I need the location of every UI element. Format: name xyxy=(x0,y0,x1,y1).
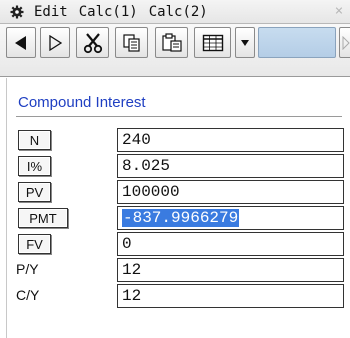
field-row-n: N 240 xyxy=(16,128,344,152)
field-row-i: I% 8.025 xyxy=(16,154,344,178)
menu-bar: Edit Calc(1) Calc(2) × xyxy=(0,0,350,24)
close-icon[interactable]: × xyxy=(330,2,348,20)
gear-icon[interactable] xyxy=(10,5,24,19)
copy-icon[interactable] xyxy=(115,27,148,58)
pmt-value-selected: -837.9966279 xyxy=(122,209,240,227)
section-title: Compound Interest xyxy=(18,94,146,111)
toolbar-spacer xyxy=(258,27,336,58)
i-percent-field[interactable]: 8.025 xyxy=(117,154,344,178)
menu-edit[interactable]: Edit xyxy=(34,4,68,20)
pmt-button[interactable]: PMT xyxy=(18,208,68,228)
paste-icon[interactable] xyxy=(155,27,188,58)
pv-button[interactable]: PV xyxy=(18,182,51,202)
fv-field[interactable]: 0 xyxy=(117,232,344,256)
n-button[interactable]: N xyxy=(18,130,51,150)
toolbar xyxy=(0,24,350,77)
forward-arrow-icon[interactable] xyxy=(40,27,70,58)
field-row-fv: FV 0 xyxy=(16,232,344,256)
field-row-pv: PV 100000 xyxy=(16,180,344,204)
fv-button[interactable]: FV xyxy=(18,234,51,254)
menu-calc2[interactable]: Calc(2) xyxy=(149,4,208,20)
menu-calc1[interactable]: Calc(1) xyxy=(79,4,138,20)
py-field[interactable]: 12 xyxy=(117,258,344,282)
divider xyxy=(16,116,342,117)
tvm-panel: Compound Interest N 240 I% 8.025 PV 1000… xyxy=(0,78,350,338)
field-row-py: P/Y 12 xyxy=(16,258,344,282)
dropdown-icon[interactable] xyxy=(235,27,255,58)
py-label: P/Y xyxy=(16,261,39,277)
i-percent-button[interactable]: I% xyxy=(18,156,51,176)
field-row-cy: C/Y 12 xyxy=(16,284,344,308)
field-row-pmt: PMT -837.9966279 xyxy=(16,206,344,230)
cut-icon[interactable] xyxy=(76,27,109,58)
pv-field[interactable]: 100000 xyxy=(117,180,344,204)
cy-label: C/Y xyxy=(16,287,40,303)
table-icon[interactable] xyxy=(194,27,231,58)
cy-field[interactable]: 12 xyxy=(117,284,344,308)
panel-border xyxy=(6,78,7,338)
back-arrow-icon[interactable] xyxy=(6,27,36,58)
n-field[interactable]: 240 xyxy=(117,128,344,152)
pmt-field[interactable]: -837.9966279 xyxy=(117,206,344,230)
next-icon[interactable] xyxy=(339,27,350,58)
